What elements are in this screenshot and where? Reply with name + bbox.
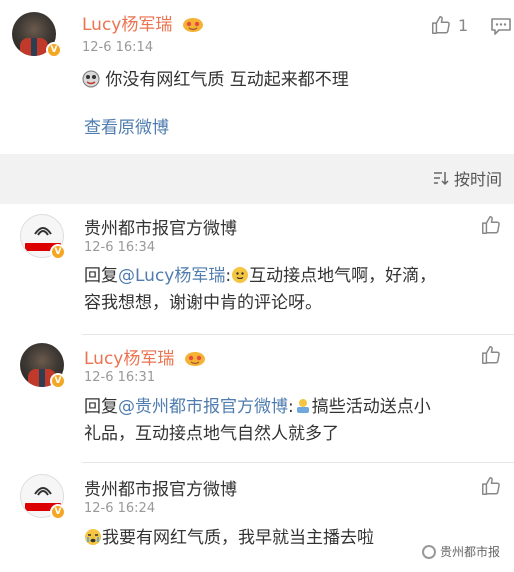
- vip-crown-icon: [184, 352, 205, 366]
- newspaper-logo-icon: [34, 227, 52, 236]
- thumbs-up-icon: [482, 346, 500, 364]
- main-comment: V Lucy杨军瑞 12-6 16:14 1 你没有网红气质 互动起来都不理 查…: [0, 0, 514, 154]
- reply-body: 回复@贵州都市报官方微博: 搞些活动送点小 礼品，互动接点地气自然人就多了: [84, 397, 431, 444]
- thumbs-up-icon: [482, 477, 500, 495]
- reply-username[interactable]: 贵州都市报官方微博: [84, 475, 237, 500]
- avatar-figure: [20, 38, 48, 56]
- verified-badge-icon: V: [46, 42, 62, 58]
- smile-emoji-icon: [232, 267, 249, 283]
- reply-divider: [82, 462, 514, 463]
- reply-body: 回复@Lucy杨军瑞: 互动接点地气啊，好滴， 容我想想，谢谢中肯的评论呀。: [84, 266, 437, 313]
- username-text[interactable]: Lucy杨军瑞: [84, 349, 174, 369]
- reply-username[interactable]: Lucy杨军瑞: [84, 344, 206, 369]
- comment-bubble-icon[interactable]: [490, 16, 512, 36]
- gift-emoji-icon: [296, 399, 309, 413]
- crying-emoji-icon: [85, 529, 101, 545]
- like-button[interactable]: [480, 344, 502, 366]
- comment-timestamp: 12-6 16:14: [82, 40, 154, 55]
- like-button[interactable]: 1: [430, 14, 468, 36]
- emoji-face-icon: [82, 70, 100, 88]
- reply-text-line1: 搞些活动送点小: [311, 397, 431, 417]
- reply-body: 我要有网红气质，我早就当主播去啦: [84, 525, 374, 552]
- like-button[interactable]: [480, 475, 502, 497]
- view-original-link[interactable]: 查看原微博: [84, 113, 169, 138]
- like-count: 1: [458, 15, 469, 35]
- newspaper-logo-icon: [34, 487, 52, 496]
- thumbs-up-icon: [482, 216, 500, 234]
- sort-label[interactable]: 按时间: [454, 166, 502, 190]
- comment-text: 你没有网红气质 互动起来都不理: [105, 70, 349, 90]
- reply-text-line2: 礼品，互动接点地气自然人就多了: [84, 424, 339, 444]
- verified-badge-icon: V: [50, 244, 66, 260]
- reply-text-line1: 互动接点地气啊，好滴，: [249, 266, 437, 286]
- reply-timestamp: 12-6 16:34: [84, 240, 156, 255]
- reply-timestamp: 12-6 16:31: [84, 370, 156, 385]
- verified-badge-icon: V: [50, 373, 66, 389]
- sort-icon: [433, 172, 449, 186]
- reply-text-line1: 我要有网红气质，我早就当主播去啦: [102, 528, 374, 548]
- reply-prefix: 回复: [84, 397, 118, 417]
- username-text[interactable]: Lucy杨军瑞: [82, 15, 172, 35]
- reply-prefix: 回复: [84, 266, 118, 286]
- watermark-text: 贵州都市报: [439, 545, 500, 559]
- reply-text-line2: 容我想想，谢谢中肯的评论呀。: [84, 293, 322, 313]
- comment-body: 你没有网红气质 互动起来都不理: [82, 67, 349, 94]
- mention-link[interactable]: @贵州都市报官方微博: [118, 397, 288, 417]
- comment-username[interactable]: Lucy杨军瑞: [82, 10, 204, 35]
- reply-divider: [82, 334, 514, 335]
- thumbs-up-icon: [432, 16, 450, 34]
- reply-timestamp: 12-6 16:24: [84, 501, 156, 516]
- vip-crown-icon: [182, 18, 203, 32]
- sort-button[interactable]: 按时间: [432, 166, 502, 190]
- mention-link[interactable]: @Lucy杨军瑞: [118, 266, 225, 286]
- verified-badge-icon: V: [50, 504, 66, 520]
- wechat-icon: [421, 544, 436, 559]
- like-button[interactable]: [480, 214, 502, 236]
- reply-username[interactable]: 贵州都市报官方微博: [84, 214, 237, 239]
- watermark: 贵州都市报: [421, 543, 500, 560]
